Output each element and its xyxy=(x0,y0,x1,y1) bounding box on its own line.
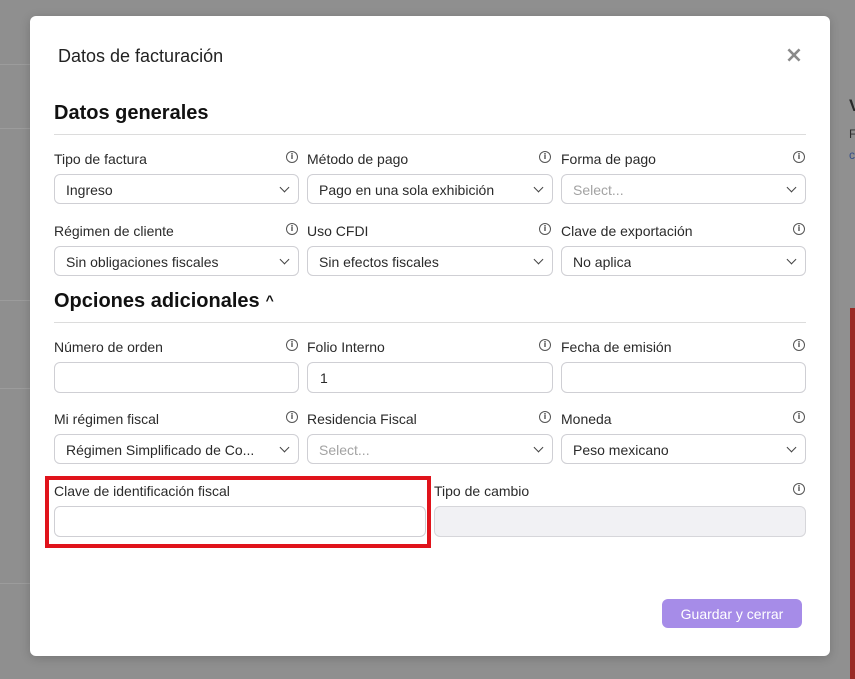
billing-data-modal: Datos de facturación × Datos generales T… xyxy=(30,16,830,656)
info-icon[interactable]: i xyxy=(539,339,551,351)
regimen-cliente-label: Régimen de cliente xyxy=(54,223,174,239)
moneda-value: Peso mexicano xyxy=(573,442,669,458)
residencia-fiscal-select[interactable]: Select... xyxy=(307,434,553,464)
mi-regimen-label: Mi régimen fiscal xyxy=(54,411,160,427)
mi-regimen-select[interactable]: Régimen Simplificado de Co... xyxy=(54,434,299,464)
chevron-down-icon xyxy=(533,442,544,453)
close-button[interactable]: × xyxy=(782,44,806,68)
chevron-down-icon xyxy=(279,254,290,265)
background-text: F xyxy=(849,127,855,141)
info-icon[interactable]: i xyxy=(793,483,805,495)
clave-exportacion-value: No aplica xyxy=(573,254,632,270)
info-icon[interactable]: i xyxy=(793,339,805,351)
highlight-annotation xyxy=(45,476,431,548)
background-heading: V xyxy=(849,96,855,115)
moneda-select[interactable]: Peso mexicano xyxy=(561,434,806,464)
forma-pago-select[interactable]: Select... xyxy=(561,174,806,204)
chevron-down-icon xyxy=(786,254,797,265)
info-icon[interactable]: i xyxy=(286,411,298,423)
moneda-label: Moneda xyxy=(561,411,612,427)
info-icon[interactable]: i xyxy=(286,339,298,351)
tipo-factura-value: Ingreso xyxy=(66,182,113,198)
folio-interno-input[interactable]: 1 xyxy=(307,362,553,393)
numero-orden-label: Número de orden xyxy=(54,339,163,355)
uso-cfdi-select[interactable]: Sin efectos fiscales xyxy=(307,246,553,276)
chevron-down-icon xyxy=(533,182,544,193)
fecha-emision-input[interactable] xyxy=(561,362,806,393)
fecha-emision-label: Fecha de emisión xyxy=(561,339,672,355)
folio-interno-value: 1 xyxy=(320,370,328,386)
clave-exportacion-label: Clave de exportación xyxy=(561,223,693,239)
background-red-panel xyxy=(850,308,855,679)
tipo-cambio-label: Tipo de cambio xyxy=(434,483,530,499)
section-title-additional-label: Opciones adicionales xyxy=(54,290,260,312)
chevron-down-icon xyxy=(786,182,797,193)
forma-pago-label: Forma de pago xyxy=(561,151,656,167)
tipo-factura-select[interactable]: Ingreso xyxy=(54,174,299,204)
tipo-factura-label: Tipo de factura xyxy=(54,151,147,167)
numero-orden-input[interactable] xyxy=(54,362,299,393)
section-divider xyxy=(54,134,806,135)
metodo-pago-value: Pago en una sola exhibición xyxy=(319,182,495,198)
uso-cfdi-value: Sin efectos fiscales xyxy=(319,254,439,270)
info-icon[interactable]: i xyxy=(793,151,805,163)
save-and-close-button[interactable]: Guardar y cerrar xyxy=(662,599,802,628)
section-title-general: Datos generales xyxy=(54,102,209,124)
info-icon[interactable]: i xyxy=(539,151,551,163)
uso-cfdi-label: Uso CFDI xyxy=(307,223,369,239)
chevron-down-icon xyxy=(279,442,290,453)
clave-exportacion-select[interactable]: No aplica xyxy=(561,246,806,276)
tipo-cambio-input[interactable] xyxy=(434,506,806,537)
modal-title: Datos de facturación xyxy=(58,46,224,66)
folio-interno-label: Folio Interno xyxy=(307,339,385,355)
background-link: c xyxy=(849,148,855,162)
info-icon[interactable]: i xyxy=(286,151,298,163)
residencia-fiscal-placeholder: Select... xyxy=(319,442,370,458)
mi-regimen-value: Régimen Simplificado de Co... xyxy=(66,442,255,458)
section-divider xyxy=(54,322,806,323)
regimen-cliente-select[interactable]: Sin obligaciones fiscales xyxy=(54,246,299,276)
info-icon[interactable]: i xyxy=(793,223,805,235)
metodo-pago-label: Método de pago xyxy=(307,151,409,167)
info-icon[interactable]: i xyxy=(539,223,551,235)
metodo-pago-select[interactable]: Pago en una sola exhibición xyxy=(307,174,553,204)
close-icon: × xyxy=(784,43,804,68)
residencia-fiscal-label: Residencia Fiscal xyxy=(307,411,417,427)
info-icon[interactable]: i xyxy=(539,411,551,423)
chevron-up-icon: ^ xyxy=(265,292,274,308)
regimen-cliente-value: Sin obligaciones fiscales xyxy=(66,254,219,270)
chevron-down-icon xyxy=(533,254,544,265)
forma-pago-placeholder: Select... xyxy=(573,182,624,198)
info-icon[interactable]: i xyxy=(793,411,805,423)
chevron-down-icon xyxy=(279,182,290,193)
chevron-down-icon xyxy=(786,442,797,453)
section-title-additional[interactable]: Opciones adicionales ^ xyxy=(54,290,274,313)
info-icon[interactable]: i xyxy=(286,223,298,235)
